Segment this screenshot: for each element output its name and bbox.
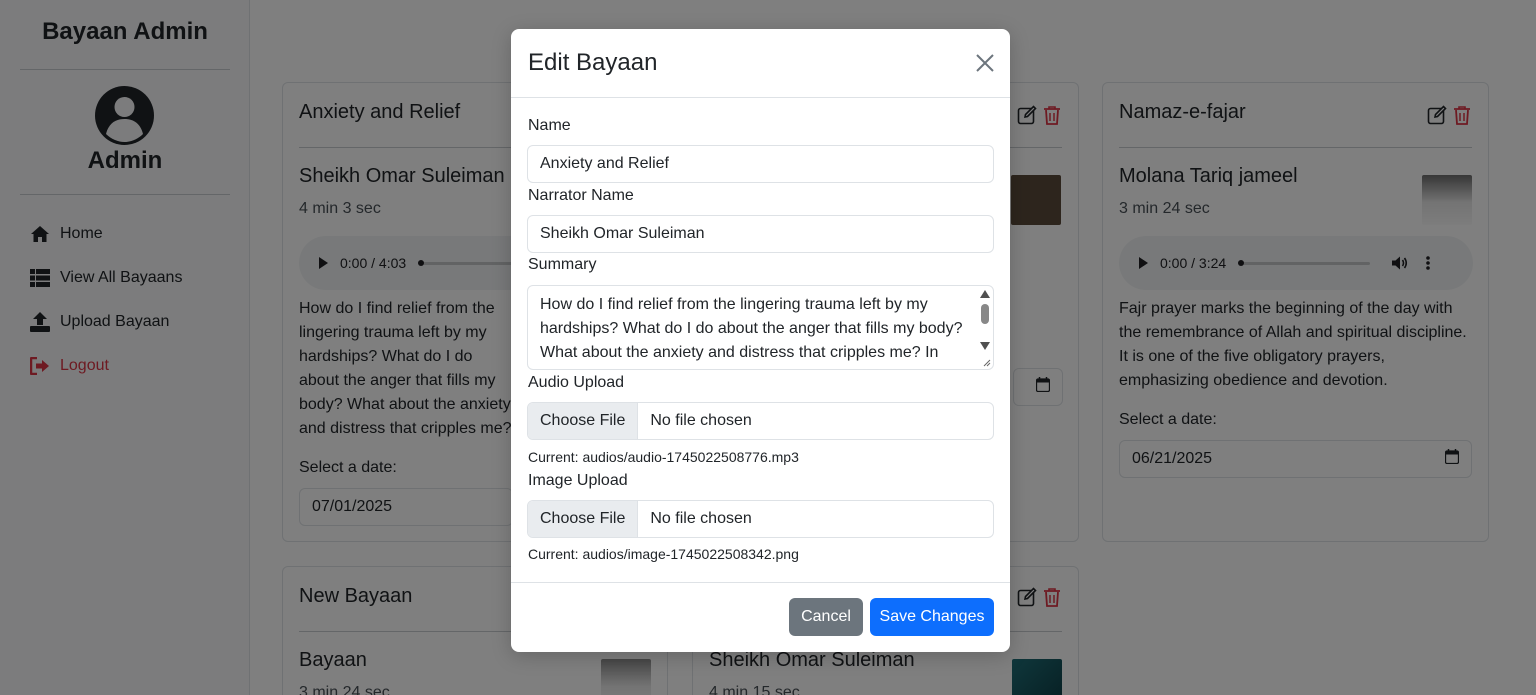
- image-file-input[interactable]: Choose File No file chosen: [527, 500, 994, 538]
- scroll-down-icon[interactable]: [980, 342, 990, 350]
- resize-grip-icon[interactable]: [983, 359, 991, 367]
- file-status: No file chosen: [650, 412, 752, 429]
- modal-title: Edit Bayaan: [528, 49, 658, 76]
- save-changes-button[interactable]: Save Changes: [870, 598, 994, 636]
- summary-label: Summary: [528, 256, 597, 273]
- scroll-thumb[interactable]: [981, 304, 989, 324]
- divider: [511, 582, 1010, 583]
- close-icon[interactable]: [974, 52, 996, 74]
- summary-text: How do I find relief from the lingering …: [540, 296, 963, 361]
- audio-file-input[interactable]: Choose File No file chosen: [527, 402, 994, 440]
- current-image-path: Current: audios/image-1745022508342.png: [528, 546, 799, 562]
- name-input[interactable]: Anxiety and Relief: [527, 145, 994, 183]
- cancel-button[interactable]: Cancel: [789, 598, 863, 636]
- divider: [511, 97, 1010, 98]
- choose-file-button[interactable]: Choose File: [528, 501, 639, 537]
- image-upload-label: Image Upload: [528, 472, 628, 489]
- file-status: No file chosen: [650, 510, 752, 527]
- textarea-scrollbar[interactable]: [980, 290, 990, 366]
- audio-upload-label: Audio Upload: [528, 374, 625, 391]
- narrator-label: Narrator Name: [528, 187, 634, 204]
- choose-file-button[interactable]: Choose File: [528, 403, 639, 439]
- summary-textarea[interactable]: How do I find relief from the lingering …: [527, 285, 994, 370]
- narrator-input[interactable]: Sheikh Omar Suleiman: [527, 215, 994, 253]
- scroll-up-icon[interactable]: [980, 290, 990, 298]
- name-label: Name: [528, 117, 571, 134]
- current-audio-path: Current: audios/audio-1745022508776.mp3: [528, 449, 799, 465]
- edit-bayaan-modal: Edit Bayaan Name Anxiety and Relief Narr…: [511, 29, 1010, 652]
